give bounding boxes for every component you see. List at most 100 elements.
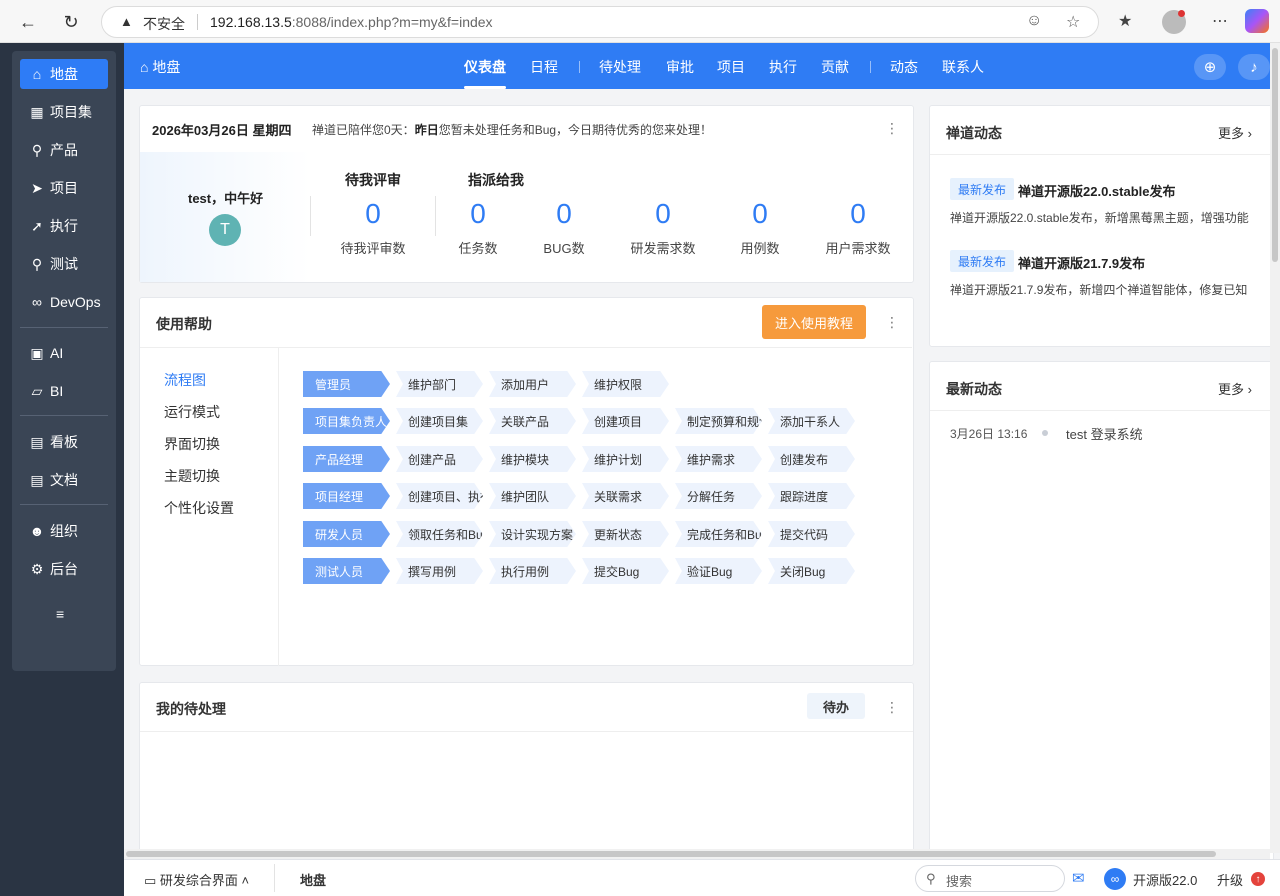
sidebar-item-doc[interactable]: ▤ 文档 xyxy=(20,465,108,495)
stat-value[interactable]: 0 xyxy=(519,198,609,230)
sidebar-item-org[interactable]: ☻ 组织 xyxy=(20,516,108,546)
copilot-icon[interactable] xyxy=(1245,9,1269,33)
help-nav-mode[interactable]: 运行模式 xyxy=(164,402,220,422)
back-icon[interactable]: ← xyxy=(13,7,43,37)
favorites-icon[interactable]: ★ xyxy=(1118,11,1132,31)
help-nav-theme[interactable]: 主题切换 xyxy=(164,466,220,486)
address-bar[interactable]: ▲ 不安全 192.168.13.5:8088/index.php?m=my&f… xyxy=(101,6,1099,38)
tab-execution[interactable]: 执行 xyxy=(769,57,797,77)
flow-step[interactable]: 添加干系人 xyxy=(768,408,855,434)
sidebar-item-dashboard[interactable]: ⌂ 地盘 xyxy=(20,59,108,89)
chat-icon[interactable]: ✉ xyxy=(1072,869,1085,887)
news-item-title[interactable]: 禅道开源版21.7.9发布 xyxy=(1018,253,1145,272)
tab-approval[interactable]: 审批 xyxy=(666,57,694,77)
sidebar-item-kanban[interactable]: ▤ 看板 xyxy=(20,427,108,457)
flow-step[interactable]: 创建项目、执行 xyxy=(396,483,483,509)
flow-step[interactable]: 执行用例 xyxy=(489,558,576,584)
tab-project[interactable]: 项目 xyxy=(717,57,745,77)
tab-todo[interactable]: 待处理 xyxy=(599,57,641,77)
upgrade-arrow-icon[interactable]: ↑ xyxy=(1251,872,1265,886)
tab-contacts[interactable]: 联系人 xyxy=(942,57,984,77)
stat-value[interactable]: 0 xyxy=(618,198,708,230)
flow-step[interactable]: 维护需求 xyxy=(675,446,762,472)
home-breadcrumb[interactable]: ⌂ 地盘 xyxy=(140,57,180,77)
reader-icon[interactable]: ☺ xyxy=(1026,12,1042,30)
tutorial-button[interactable]: 进入使用教程 xyxy=(762,305,866,339)
avatar[interactable]: T xyxy=(209,214,241,246)
todo-filter-button[interactable]: 待办 xyxy=(807,693,865,719)
more-options-icon[interactable]: ⋮ xyxy=(885,699,899,716)
flow-step[interactable]: 提交Bug xyxy=(582,558,669,584)
assign-title: 指派给我 xyxy=(468,172,524,188)
help-nav-flowchart[interactable]: 流程图 xyxy=(164,370,206,390)
tab-dynamic[interactable]: 动态 xyxy=(890,57,918,77)
stat-value[interactable]: 0 xyxy=(715,198,805,230)
help-nav-ui-switch[interactable]: 界面切换 xyxy=(164,434,220,454)
flow-step[interactable]: 设计实现方案 xyxy=(489,521,576,547)
url-text[interactable]: 192.168.13.5:8088/index.php?m=my&f=index xyxy=(210,14,493,30)
flow-step[interactable]: 跟踪进度 xyxy=(768,483,855,509)
bell-icon[interactable]: ♪ xyxy=(1238,54,1270,80)
sidebar-item-admin[interactable]: ⚙ 后台 xyxy=(20,554,108,584)
flow-step[interactable]: 创建产品 xyxy=(396,446,483,472)
help-nav-personalize[interactable]: 个性化设置 xyxy=(164,498,234,518)
layout-switch[interactable]: ▭ 研发综合界面 ˄ xyxy=(144,870,249,889)
create-plus-icon[interactable]: ⊕ xyxy=(1194,54,1226,80)
news-item-title[interactable]: 禅道开源版22.0.stable发布 xyxy=(1018,181,1176,200)
flow-step[interactable]: 维护部门 xyxy=(396,371,483,397)
reload-icon[interactable]: ↻ xyxy=(56,7,86,37)
sidebar-item-project[interactable]: ➤ 项目 xyxy=(20,173,108,203)
chart-icon: ▱ xyxy=(31,382,43,399)
flow-step[interactable]: 提交代码 xyxy=(768,521,855,547)
flow-step[interactable]: 更新状态 xyxy=(582,521,669,547)
sidebar-item-bi[interactable]: ▱ BI xyxy=(20,376,108,406)
more-options-icon[interactable]: ⋮ xyxy=(885,120,899,137)
dynamics-more-link[interactable]: 更多 › xyxy=(1218,379,1252,398)
flow-step[interactable]: 制定预算和规划 xyxy=(675,408,762,434)
people-icon: ☻ xyxy=(29,523,45,539)
flow-step[interactable]: 维护模块 xyxy=(489,446,576,472)
sidebar-item-program[interactable]: ▦ 项目集 xyxy=(20,97,108,127)
stat-value[interactable]: 0 xyxy=(813,198,903,230)
flow-step[interactable]: 关联需求 xyxy=(582,483,669,509)
flow-step[interactable]: 关闭Bug xyxy=(768,558,855,584)
flow-step[interactable]: 维护计划 xyxy=(582,446,669,472)
collapse-menu-icon[interactable]: ≡ xyxy=(56,606,64,622)
flow-step[interactable]: 分解任务 xyxy=(675,483,762,509)
sidebar-item-product[interactable]: ⚲ 产品 xyxy=(20,135,108,165)
tab-calendar[interactable]: 日程 xyxy=(530,57,558,77)
sidebar-item-execution[interactable]: ➚ 执行 xyxy=(20,211,108,241)
news-more-link[interactable]: 更多 › xyxy=(1218,123,1252,142)
sidebar-item-ai[interactable]: ▣ AI xyxy=(20,338,108,368)
dynamic-text[interactable]: test 登录系统 xyxy=(1066,424,1143,443)
flow-step[interactable]: 验证Bug xyxy=(675,558,762,584)
flow-step[interactable]: 添加用户 xyxy=(489,371,576,397)
flow-step[interactable]: 创建发布 xyxy=(768,446,855,472)
tab-dashboard[interactable]: 仪表盘 xyxy=(464,57,506,77)
horizontal-scroll-thumb[interactable] xyxy=(126,851,1216,857)
stat-value[interactable]: 0 xyxy=(328,198,418,230)
sidebar-item-devops[interactable]: ∞ DevOps xyxy=(20,287,108,317)
news-item-desc: 禅道开源版21.7.9发布，新增四个禅道智能体，修复已知 xyxy=(950,283,1248,297)
favorite-star-icon[interactable]: ☆ xyxy=(1066,12,1080,32)
stat-value[interactable]: 0 xyxy=(433,198,523,230)
tab-divider xyxy=(579,61,580,73)
flow-step[interactable]: 关联产品 xyxy=(489,408,576,434)
home-label: 地盘 xyxy=(152,59,181,75)
breadcrumb[interactable]: 地盘 xyxy=(300,870,326,889)
flow-step[interactable]: 领取任务和Bug xyxy=(396,521,483,547)
flow-step[interactable]: 完成任务和Bug xyxy=(675,521,762,547)
sidebar-item-qa[interactable]: ⚲ 测试 xyxy=(20,249,108,279)
flow-step[interactable]: 维护权限 xyxy=(582,371,669,397)
more-menu-icon[interactable]: ⋯ xyxy=(1212,11,1228,31)
search-input[interactable]: ⚲ 搜索 xyxy=(915,865,1065,892)
flow-step[interactable]: 创建项目 xyxy=(582,408,669,434)
vertical-scroll-thumb[interactable] xyxy=(1272,48,1278,262)
flow-step[interactable]: 撰写用例 xyxy=(396,558,483,584)
upgrade-link[interactable]: 升级 xyxy=(1217,870,1243,889)
flow-step[interactable]: 创建项目集 xyxy=(396,408,483,434)
flow-step[interactable]: 维护团队 xyxy=(489,483,576,509)
tab-contribution[interactable]: 贡献 xyxy=(821,57,849,77)
more-options-icon[interactable]: ⋮ xyxy=(885,314,899,331)
app-sidebar: ⌂ 地盘 ▦ 项目集 ⚲ 产品 ➤ 项目 ➚ 执行 ⚲ 测试 ∞ DevOps ▣ AI ▱ BI… xyxy=(0,43,124,896)
